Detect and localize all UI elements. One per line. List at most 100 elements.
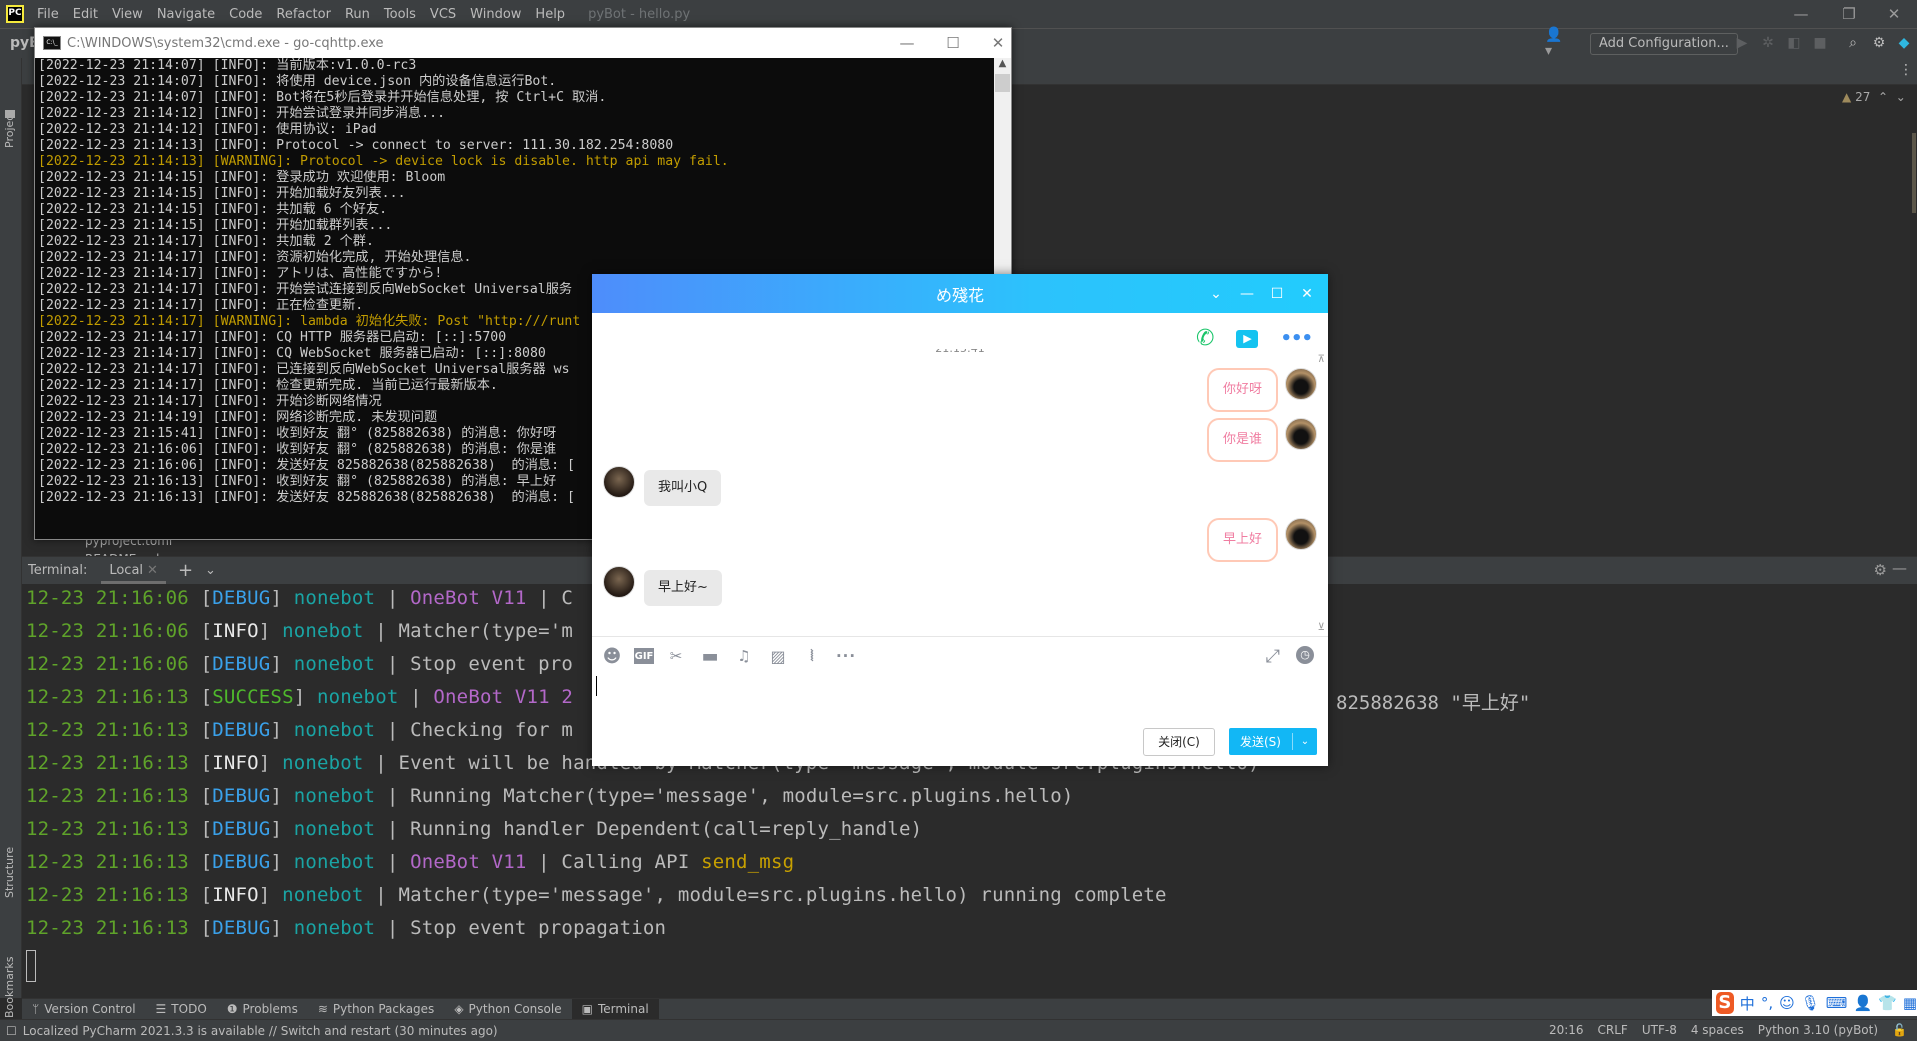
voice-call-icon[interactable]: ✆ [1196,326,1214,351]
caret-position[interactable]: 20:16 [1549,1023,1584,1037]
cmd-close-button[interactable]: ✕ [975,28,1021,58]
menu-run[interactable]: Run [338,7,377,22]
ide-close-button[interactable]: ✕ [1871,0,1917,28]
tool-tab-problems[interactable]: ❶ Problems [217,999,308,1020]
message-bubble-out[interactable]: 早上好 [1206,518,1278,562]
chat-titlebar[interactable]: め殘花 ⌄ — ☐ ✕ [592,274,1328,313]
tool-tab-python-packages[interactable]: ≋ Python Packages [308,999,444,1020]
lock-icon[interactable]: 🔓 [1892,1023,1907,1037]
chevron-down-icon[interactable]: ⌄ [205,563,216,578]
folder-icon[interactable]: ▬ [698,644,722,668]
debug-icon[interactable]: ✲ [1758,33,1778,53]
settings-gear-icon[interactable]: ⚙ [1869,33,1889,53]
scroll-up-arrow-icon[interactable]: ▲ [994,58,1011,74]
tool-tab-todo[interactable]: ☰ TODO [146,999,217,1020]
my-avatar[interactable] [1285,368,1317,400]
skin-shirt-icon[interactable]: 👕 [1878,994,1897,1012]
message-bubble-in[interactable]: 我叫小Q [644,470,722,506]
new-terminal-icon[interactable]: + [178,560,193,581]
tool-tab-version-control[interactable]: ᛘ Version Control [22,999,146,1020]
send-button[interactable]: 发送(S) ⌄ [1229,728,1317,755]
menu-file[interactable]: File [30,7,66,22]
warnings-indicator[interactable]: ▲ 27 ⌃ ⌄ [1842,90,1906,104]
video-call-icon[interactable]: ▶ [1236,329,1259,348]
scroll-thumb[interactable] [1912,133,1916,213]
next-highlight-icon[interactable]: ⌄ [1892,90,1906,104]
more-icon[interactable]: ··· [834,644,858,668]
file-encoding[interactable]: UTF-8 [1642,1023,1677,1037]
history-clock-icon[interactable]: ◷ [1296,646,1314,664]
menu-help[interactable]: Help [528,7,572,22]
status-message[interactable]: Localized PyCharm 2021.3.3 is available … [23,1024,498,1038]
message-bubble-in[interactable]: 早上好~ [644,570,722,606]
user-icon[interactable]: 👤 [1853,994,1872,1012]
ide-minimize-button[interactable]: — [1778,0,1824,28]
contact-avatar[interactable] [603,566,635,598]
close-tab-icon[interactable]: ✕ [147,563,158,578]
ide-restore-button[interactable]: ❐ [1826,0,1872,28]
chat-dropdown-button[interactable]: ⌄ [1201,274,1231,313]
scroll-thumb[interactable] [995,74,1010,92]
menu-view[interactable]: View [105,7,150,22]
python-interpreter[interactable]: Python 3.10 (pyBot) [1758,1023,1878,1037]
sogou-logo-icon[interactable]: S [1716,992,1734,1014]
emoji-icon[interactable]: ☺ [1779,994,1795,1012]
screenshot-scissors-icon[interactable]: ✂ [664,644,688,668]
stop-icon[interactable]: ■ [1810,33,1830,53]
gif-icon[interactable]: GIF [634,648,654,664]
cmd-maximize-button[interactable]: ☐ [930,28,976,58]
close-chat-button[interactable]: 关闭(C) [1143,728,1215,756]
contact-avatar[interactable] [603,466,635,498]
coverage-icon[interactable]: ◧ [1784,33,1804,53]
my-avatar[interactable] [1285,418,1317,450]
tool-tab-python-console[interactable]: ◈ Python Console [444,999,571,1020]
menu-refactor[interactable]: Refactor [269,7,338,22]
notification-icon[interactable]: ☐ [6,1024,17,1038]
ime-punct[interactable]: °, [1761,994,1773,1012]
vcs-user-icon[interactable]: 👤▾ [1545,27,1565,59]
message-input[interactable] [596,674,1320,716]
tree-item[interactable]: pyproject.toml [85,538,172,552]
editor-scrollbar[interactable] [1910,85,1917,555]
scroll-top-icon[interactable]: ⊼ [1318,354,1325,365]
image-icon[interactable]: ▨ [766,644,790,668]
search-icon[interactable]: ⌕ [1843,33,1863,53]
expand-icon[interactable]: ⤢ [1266,646,1280,667]
structure-tool-tab[interactable]: Structure [3,847,16,898]
bookmarks-tool-tab[interactable]: Bookmarks [3,957,16,1018]
menu-code[interactable]: Code [222,7,269,22]
shake-icon[interactable]: ⦚ [800,644,824,668]
chat-minimize-button[interactable]: — [1232,274,1262,313]
my-avatar[interactable] [1285,518,1317,550]
menu-vcs[interactable]: VCS [423,7,463,22]
jetbrains-toolbox-icon[interactable]: ◆ [1894,33,1914,53]
terminal-settings-gear-icon[interactable]: ⚙ [1874,561,1887,579]
send-options-chevron-icon[interactable]: ⌄ [1293,736,1317,747]
prev-highlight-icon[interactable]: ⌃ [1874,90,1888,104]
toolbox-grid-icon[interactable]: ▦ [1903,994,1917,1012]
scroll-bottom-icon[interactable]: ⊻ [1318,622,1325,633]
chat-close-button[interactable]: ✕ [1292,274,1322,313]
emoji-icon[interactable]: ☻ [600,644,624,668]
music-icon[interactable]: ♫ [732,644,756,668]
ime-mode[interactable]: 中 [1740,993,1755,1014]
indent-setting[interactable]: 4 spaces [1691,1023,1744,1037]
terminal-tab-local[interactable]: Local ✕ [101,557,166,584]
line-ending[interactable]: CRLF [1598,1023,1628,1037]
cmd-minimize-button[interactable]: — [884,28,930,58]
more-options-icon[interactable]: ••• [1280,328,1313,349]
run-icon[interactable]: ▶ [1732,33,1752,53]
chat-maximize-button[interactable]: ☐ [1262,274,1292,313]
menu-window[interactable]: Window [463,7,528,22]
more-vertical-icon[interactable]: ⋮ [1899,62,1913,78]
add-configuration-button[interactable]: Add Configuration... [1590,33,1738,55]
hide-panel-icon[interactable]: — [1892,559,1907,577]
message-bubble-out[interactable]: 你是谁 [1206,418,1278,462]
menu-tools[interactable]: Tools [377,7,423,22]
message-bubble-out[interactable]: 你好呀 [1206,368,1278,412]
cmd-titlebar[interactable]: C:\_ C:\WINDOWS\system32\cmd.exe - go-cq… [35,28,1011,58]
keyboard-icon[interactable]: ⌨ [1826,994,1848,1012]
microphone-icon[interactable]: 🎙 [1801,994,1820,1012]
menu-edit[interactable]: Edit [66,7,105,22]
menu-navigate[interactable]: Navigate [150,7,222,22]
